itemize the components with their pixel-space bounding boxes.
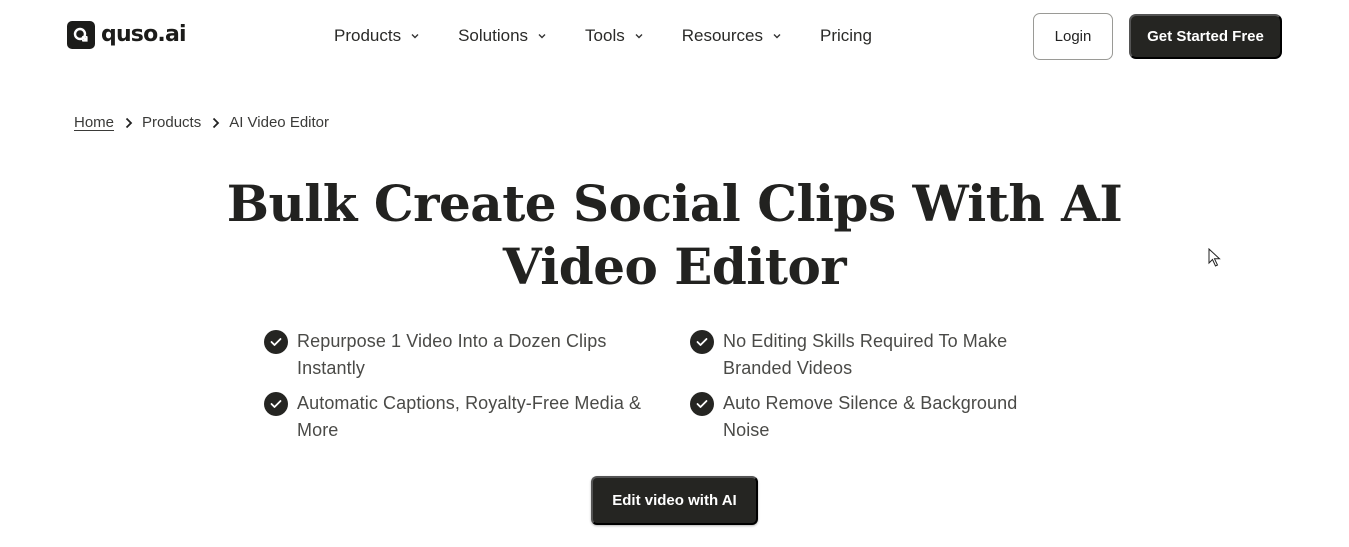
main-menu: Products Solutions Tools Resources Prici… [334,24,872,48]
chevron-right-icon [124,117,133,129]
logo-link[interactable]: quso.ai [67,21,187,49]
chevron-right-icon [211,117,220,129]
chevron-down-icon [772,31,782,41]
edit-video-cta-button[interactable]: Edit video with AI [591,476,758,525]
chevron-down-icon [537,31,547,41]
feature-item: No Editing Skills Required To Make Brand… [690,328,1064,382]
feature-list: Repurpose 1 Video Into a Dozen Clips Ins… [264,328,1064,444]
breadcrumb: Home Products AI Video Editor [74,113,329,133]
nav-item-label: Solutions [458,26,529,45]
get-started-button[interactable]: Get Started Free [1129,14,1282,59]
feature-text: Auto Remove Silence & Background Noise [723,393,1018,440]
feature-text: Repurpose 1 Video Into a Dozen Clips Ins… [297,331,607,378]
nav-item-label: Tools [585,26,625,45]
nav-item-label: Products [334,26,402,45]
q-logo-icon [67,21,95,49]
nav-item-label: Pricing [819,26,872,45]
chevron-down-icon [410,31,420,41]
check-circle-icon [264,330,288,354]
chevron-down-icon [634,31,644,41]
login-button[interactable]: Login [1033,13,1113,60]
nav-item-resources[interactable]: Resources [682,24,782,48]
nav-item-solutions[interactable]: Solutions [458,24,547,48]
nav-item-pricing[interactable]: Pricing [820,24,872,48]
nav-item-products[interactable]: Products [334,24,420,48]
check-circle-icon [264,392,288,416]
feature-item: Auto Remove Silence & Background Noise [690,390,1064,444]
nav-item-tools[interactable]: Tools [585,24,644,48]
nav-item-label: Resources [681,26,763,45]
breadcrumb-home[interactable]: Home [74,113,114,133]
breadcrumb-products[interactable]: Products [142,113,201,133]
feature-text: No Editing Skills Required To Make Brand… [723,331,1008,378]
page-title: Bulk Create Social Clips With AI Video E… [226,174,1123,296]
feature-item: Automatic Captions, Royalty-Free Media &… [264,390,690,444]
top-navigation: quso.ai Products Solutions Tools Resourc… [0,0,1349,72]
check-circle-icon [690,330,714,354]
logo-text: quso.ai [101,22,187,47]
check-circle-icon [690,392,714,416]
feature-item: Repurpose 1 Video Into a Dozen Clips Ins… [264,328,690,382]
feature-text: Automatic Captions, Royalty-Free Media &… [297,393,642,440]
breadcrumb-current: AI Video Editor [229,114,330,131]
mouse-pointer-icon [1208,247,1222,268]
